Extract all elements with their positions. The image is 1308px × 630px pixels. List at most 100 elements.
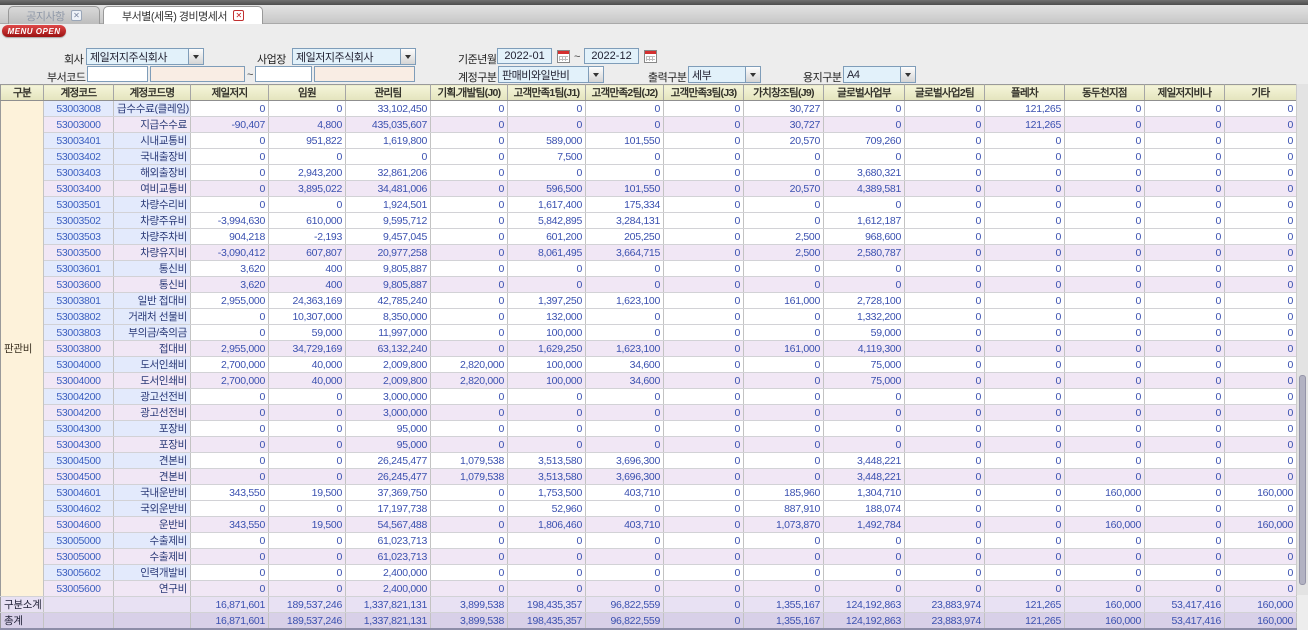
amount-cell[interactable]: 0 — [1064, 340, 1145, 357]
amount-cell[interactable]: 0 — [904, 388, 985, 405]
amount-cell[interactable]: 0 — [904, 292, 985, 309]
amount-cell[interactable]: 0 — [585, 276, 664, 293]
amount-cell[interactable]: 0 — [904, 548, 985, 565]
amount-cell[interactable]: 0 — [507, 548, 586, 565]
account-name-cell[interactable]: 통신비 — [113, 260, 191, 277]
amount-cell[interactable]: 2,009,800 — [345, 372, 431, 389]
amount-cell[interactable]: 0 — [585, 164, 664, 181]
amount-cell[interactable]: 0 — [268, 436, 346, 453]
amount-cell[interactable]: 0 — [984, 132, 1065, 149]
amount-cell[interactable]: 59,000 — [823, 324, 905, 341]
amount-cell[interactable]: 1,617,400 — [507, 196, 586, 213]
chevron-down-icon[interactable] — [900, 67, 915, 82]
amount-cell[interactable]: 2,820,000 — [430, 372, 508, 389]
account-code-cell[interactable]: 53003801 — [43, 292, 114, 309]
amount-cell[interactable]: 0 — [507, 276, 586, 293]
amount-cell[interactable]: 0 — [1224, 564, 1297, 581]
amount-cell[interactable]: 0 — [1144, 356, 1225, 373]
amount-cell[interactable]: 0 — [507, 420, 586, 437]
amount-cell[interactable]: 0 — [904, 132, 985, 149]
account-code-cell[interactable]: 53004601 — [43, 484, 114, 501]
amount-cell[interactable]: 0 — [984, 196, 1065, 213]
amount-cell[interactable]: 3,513,580 — [507, 468, 586, 485]
amount-cell[interactable]: 0 — [345, 148, 431, 165]
amount-cell[interactable]: 0 — [507, 564, 586, 581]
amount-cell[interactable]: 0 — [585, 100, 664, 117]
amount-cell[interactable]: 0 — [743, 356, 824, 373]
amount-cell[interactable]: 1,079,538 — [430, 452, 508, 469]
amount-cell[interactable]: 0 — [1144, 228, 1225, 245]
amount-cell[interactable]: 0 — [663, 164, 744, 181]
amount-cell[interactable]: 0 — [507, 404, 586, 421]
amount-cell[interactable]: 0 — [1144, 100, 1225, 117]
amount-cell[interactable]: 54,567,488 — [345, 516, 431, 533]
amount-cell[interactable]: 0 — [1064, 532, 1145, 549]
amount-cell[interactable]: 0 — [430, 132, 508, 149]
amount-cell[interactable]: 33,102,450 — [345, 100, 431, 117]
amount-cell[interactable]: 0 — [190, 196, 269, 213]
amount-cell[interactable]: 0 — [507, 436, 586, 453]
amount-cell[interactable]: 198,435,357 — [507, 612, 586, 630]
amount-cell[interactable]: 0 — [430, 484, 508, 501]
amount-cell[interactable]: 2,700,000 — [190, 372, 269, 389]
amount-cell[interactable]: 2,500 — [743, 228, 824, 245]
amount-cell[interactable]: 1,337,821,131 — [345, 596, 431, 613]
amount-cell[interactable]: 0 — [1064, 356, 1145, 373]
amount-cell[interactable]: 0 — [904, 356, 985, 373]
amount-cell[interactable]: 0 — [984, 500, 1065, 517]
amount-cell[interactable]: 1,623,100 — [585, 340, 664, 357]
amount-cell[interactable]: 1,629,250 — [507, 340, 586, 357]
account-code-cell[interactable]: 53003500 — [43, 244, 114, 261]
amount-cell[interactable]: 0 — [430, 228, 508, 245]
amount-cell[interactable]: 0 — [743, 420, 824, 437]
account-name-cell[interactable]: 일반 접대비 — [113, 292, 191, 309]
amount-cell[interactable]: 9,595,712 — [345, 212, 431, 229]
account-name-cell[interactable]: 지급수수료 — [113, 116, 191, 133]
amount-cell[interactable]: 1,623,100 — [585, 292, 664, 309]
account-name-cell[interactable]: 국내출장비 — [113, 148, 191, 165]
amount-cell[interactable]: 0 — [663, 596, 744, 613]
amount-cell[interactable]: -3,090,412 — [190, 244, 269, 261]
amount-cell[interactable]: 0 — [1224, 580, 1297, 597]
amount-cell[interactable]: 19,500 — [268, 516, 346, 533]
amount-cell[interactable]: 30,727 — [743, 100, 824, 117]
amount-cell[interactable]: 3,899,538 — [430, 596, 508, 613]
account-name-cell[interactable]: 통신비 — [113, 276, 191, 293]
amount-cell[interactable]: 0 — [904, 564, 985, 581]
workplace-select[interactable]: 제일저지주식회사 — [292, 48, 416, 65]
amount-cell[interactable]: 100,000 — [507, 356, 586, 373]
amount-cell[interactable]: 887,910 — [743, 500, 824, 517]
amount-cell[interactable]: 2,700,000 — [190, 356, 269, 373]
amount-cell[interactable]: 1,355,167 — [743, 596, 824, 613]
amount-cell[interactable]: 132,000 — [507, 308, 586, 325]
amount-cell[interactable]: 198,435,357 — [507, 596, 586, 613]
amount-cell[interactable]: 0 — [1144, 484, 1225, 501]
amount-cell[interactable]: 0 — [743, 372, 824, 389]
account-code-cell[interactable]: 53003402 — [43, 148, 114, 165]
menu-open-button[interactable]: MENU OPEN — [2, 25, 66, 37]
amount-cell[interactable]: 0 — [904, 116, 985, 133]
amount-cell[interactable]: 0 — [743, 196, 824, 213]
amount-cell[interactable]: 96,822,559 — [585, 612, 664, 630]
amount-cell[interactable]: 0 — [984, 484, 1065, 501]
amount-cell[interactable]: 589,000 — [507, 132, 586, 149]
amount-cell[interactable]: 0 — [190, 500, 269, 517]
account-type-select[interactable]: 판매비와일반비 — [498, 66, 604, 83]
amount-cell[interactable]: 3,000,000 — [345, 404, 431, 421]
amount-cell[interactable]: 0 — [430, 180, 508, 197]
amount-cell[interactable]: 37,369,750 — [345, 484, 431, 501]
amount-cell[interactable]: 3,895,022 — [268, 180, 346, 197]
amount-cell[interactable]: 0 — [904, 532, 985, 549]
account-name-cell[interactable]: 광고선전비 — [113, 404, 191, 421]
amount-cell[interactable]: 0 — [904, 372, 985, 389]
amount-cell[interactable]: 17,197,738 — [345, 500, 431, 517]
amount-cell[interactable]: 0 — [904, 260, 985, 277]
amount-cell[interactable]: 0 — [190, 164, 269, 181]
amount-cell[interactable]: 1,924,501 — [345, 196, 431, 213]
account-code-cell[interactable]: 53003401 — [43, 132, 114, 149]
amount-cell[interactable]: 0 — [743, 308, 824, 325]
amount-cell[interactable]: 0 — [1064, 452, 1145, 469]
amount-cell[interactable]: 0 — [268, 468, 346, 485]
amount-cell[interactable]: 0 — [663, 196, 744, 213]
amount-cell[interactable]: 0 — [430, 164, 508, 181]
